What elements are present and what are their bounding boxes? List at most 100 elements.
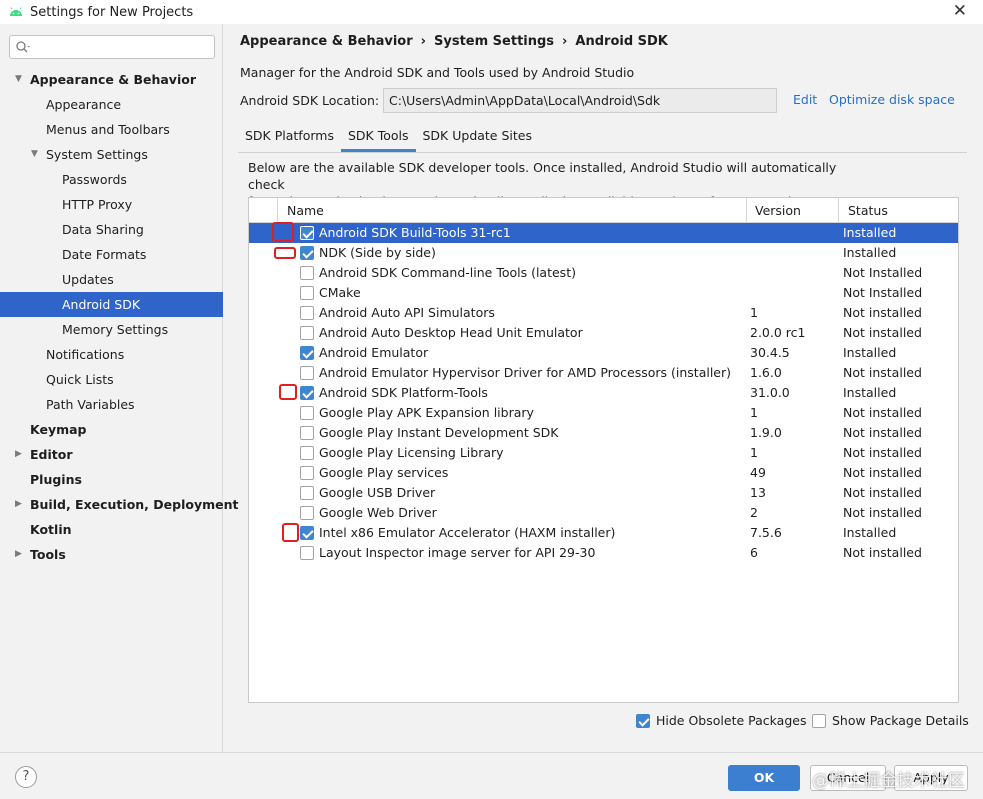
sidebar-item[interactable]: Appearance bbox=[0, 92, 223, 117]
edit-link[interactable]: Edit bbox=[793, 92, 817, 107]
sidebar-item[interactable]: Path Variables bbox=[0, 392, 223, 417]
optimize-disk-space-link[interactable]: Optimize disk space bbox=[829, 92, 955, 107]
sidebar-item[interactable]: Quick Lists bbox=[0, 367, 223, 392]
row-checkbox[interactable] bbox=[300, 226, 314, 240]
table-row[interactable]: Google USB Driver 13 Not installed bbox=[249, 483, 958, 503]
row-checkbox[interactable] bbox=[300, 386, 314, 400]
table-row[interactable]: Layout Inspector image server for API 29… bbox=[249, 543, 958, 563]
sidebar-item[interactable]: Passwords bbox=[0, 167, 223, 192]
row-checkbox[interactable] bbox=[300, 246, 314, 260]
column-divider bbox=[746, 198, 747, 223]
collapse-arrow-icon[interactable]: ▶ bbox=[15, 542, 22, 567]
table-row[interactable]: Google Play services 49 Not installed bbox=[249, 463, 958, 483]
row-checkbox[interactable] bbox=[300, 346, 314, 360]
collapse-arrow-icon[interactable]: ▶ bbox=[15, 442, 22, 467]
hide-obsolete-checkbox[interactable] bbox=[636, 713, 650, 728]
sidebar-item-label: Appearance & Behavior bbox=[30, 72, 196, 87]
cell-status: Not installed bbox=[843, 365, 922, 380]
column-header-status[interactable]: Status bbox=[848, 198, 888, 223]
sidebar-item[interactable]: Menus and Toolbars bbox=[0, 117, 223, 142]
cell-version: 2.0.0 rc1 bbox=[750, 325, 806, 340]
ok-button[interactable]: OK bbox=[728, 765, 800, 791]
sidebar-item[interactable]: Plugins bbox=[0, 467, 223, 492]
row-checkbox[interactable] bbox=[300, 426, 314, 440]
table-row[interactable]: Android Emulator Hypervisor Driver for A… bbox=[249, 363, 958, 383]
cell-status: Installed bbox=[843, 225, 897, 240]
cell-version: 2 bbox=[750, 505, 758, 520]
close-icon[interactable]: ✕ bbox=[953, 2, 967, 20]
table-row[interactable]: Android Emulator 30.4.5 Installed bbox=[249, 343, 958, 363]
expand-arrow-icon[interactable]: ▼ bbox=[15, 67, 22, 92]
table-row[interactable]: Android SDK Platform-Tools 31.0.0 Installe… bbox=[249, 383, 958, 403]
settings-search[interactable] bbox=[9, 35, 215, 59]
tab-sdk-tools[interactable]: SDK Tools bbox=[340, 124, 416, 152]
table-row[interactable]: Android SDK Command-line Tools (latest) N… bbox=[249, 263, 958, 283]
sidebar-item[interactable]: Kotlin bbox=[0, 517, 223, 542]
column-header-version[interactable]: Version bbox=[755, 198, 801, 223]
sidebar-item[interactable]: ▶ Editor bbox=[0, 442, 223, 467]
sidebar-item[interactable]: Keymap bbox=[0, 417, 223, 442]
watermark: @稀土掘金技术社区 bbox=[812, 771, 965, 791]
sdk-location-field[interactable]: C:\Users\Admin\AppData\Local\Android\Sdk bbox=[383, 88, 777, 113]
show-details-option[interactable]: Show Package Details bbox=[812, 713, 969, 728]
show-details-checkbox[interactable] bbox=[812, 713, 826, 728]
tab-sdk-update-sites[interactable]: SDK Update Sites bbox=[416, 124, 540, 152]
sidebar-item-label: Date Formats bbox=[62, 247, 147, 262]
row-checkbox[interactable] bbox=[300, 526, 314, 540]
row-checkbox[interactable] bbox=[300, 266, 314, 280]
row-checkbox[interactable] bbox=[300, 486, 314, 500]
row-checkbox[interactable] bbox=[300, 446, 314, 460]
table-row[interactable]: CMake Not Installed bbox=[249, 283, 958, 303]
sidebar-item[interactable]: ▶ Build, Execution, Deployment bbox=[0, 492, 238, 517]
table-row[interactable]: Google Play Licensing Library 1 Not instal… bbox=[249, 443, 958, 463]
row-checkbox[interactable] bbox=[300, 406, 314, 420]
sidebar-item[interactable]: Android SDK bbox=[0, 292, 223, 317]
row-checkbox[interactable] bbox=[300, 326, 314, 340]
table-row[interactable]: Intel x86 Emulator Accelerator (HAXM ins… bbox=[249, 523, 958, 543]
breadcrumb-item: Android SDK bbox=[575, 34, 668, 49]
help-icon[interactable]: ? bbox=[15, 766, 37, 788]
sdk-location-label: Android SDK Location: bbox=[240, 93, 380, 108]
row-checkbox[interactable] bbox=[300, 366, 314, 380]
table-row[interactable]: NDK (Side by side) Installed bbox=[249, 243, 958, 263]
sidebar-item[interactable]: Memory Settings bbox=[0, 317, 223, 342]
annotation-mark bbox=[274, 247, 296, 259]
cell-status: Not installed bbox=[843, 425, 922, 440]
table-row[interactable]: Android Auto Desktop Head Unit Emulator 2… bbox=[249, 323, 958, 343]
row-checkbox[interactable] bbox=[300, 466, 314, 480]
sidebar-item[interactable]: ▶ Tools bbox=[0, 542, 223, 567]
tab-sdk-platforms[interactable]: SDK Platforms bbox=[238, 124, 341, 152]
row-checkbox[interactable] bbox=[300, 506, 314, 520]
cell-version: 6 bbox=[750, 545, 758, 560]
column-header-name[interactable]: Name bbox=[287, 198, 324, 223]
table-row[interactable]: Android Auto API Simulators 1 Not installe… bbox=[249, 303, 958, 323]
sidebar-item[interactable]: HTTP Proxy bbox=[0, 192, 223, 217]
sidebar-item[interactable]: Date Formats bbox=[0, 242, 223, 267]
sidebar-item-label: Path Variables bbox=[46, 397, 135, 412]
row-checkbox[interactable] bbox=[300, 286, 314, 300]
sidebar-item-label: Plugins bbox=[30, 472, 82, 487]
cell-status: Not installed bbox=[843, 305, 922, 320]
table-row[interactable]: Google Web Driver 2 Not installed bbox=[249, 503, 958, 523]
sidebar-item-label: Android SDK bbox=[62, 297, 141, 312]
cell-version: 49 bbox=[750, 465, 766, 480]
sidebar-item[interactable]: Notifications bbox=[0, 342, 223, 367]
table-row[interactable]: Android SDK Build-Tools 31-rc1 Installed bbox=[249, 222, 958, 243]
table-row[interactable]: Google Play Instant Development SDK 1.9.0… bbox=[249, 423, 958, 443]
hide-obsolete-option[interactable]: Hide Obsolete Packages bbox=[636, 713, 806, 728]
table-row[interactable]: Google Play APK Expansion library 1 Not in… bbox=[249, 403, 958, 423]
sidebar-item[interactable]: ▼ Appearance & Behavior bbox=[0, 67, 223, 92]
sidebar-item[interactable]: ▼ System Settings bbox=[0, 142, 223, 167]
expand-arrow-icon[interactable]: ▼ bbox=[31, 142, 38, 167]
sidebar-item-label: Appearance bbox=[46, 97, 122, 112]
search-input[interactable] bbox=[36, 38, 206, 56]
sidebar-item[interactable]: Data Sharing bbox=[0, 217, 223, 242]
row-checkbox[interactable] bbox=[300, 546, 314, 560]
row-checkbox[interactable] bbox=[300, 306, 314, 320]
collapse-arrow-icon[interactable]: ▶ bbox=[15, 492, 22, 517]
sidebar-item-label: Keymap bbox=[30, 422, 87, 437]
sidebar-item[interactable]: Updates bbox=[0, 267, 223, 292]
breadcrumb: Appearance & Behavior › System Settings › An… bbox=[240, 34, 668, 49]
cell-name: Android SDK Platform-Tools bbox=[319, 385, 488, 400]
info-line: Below are the available SDK developer to… bbox=[248, 160, 837, 192]
